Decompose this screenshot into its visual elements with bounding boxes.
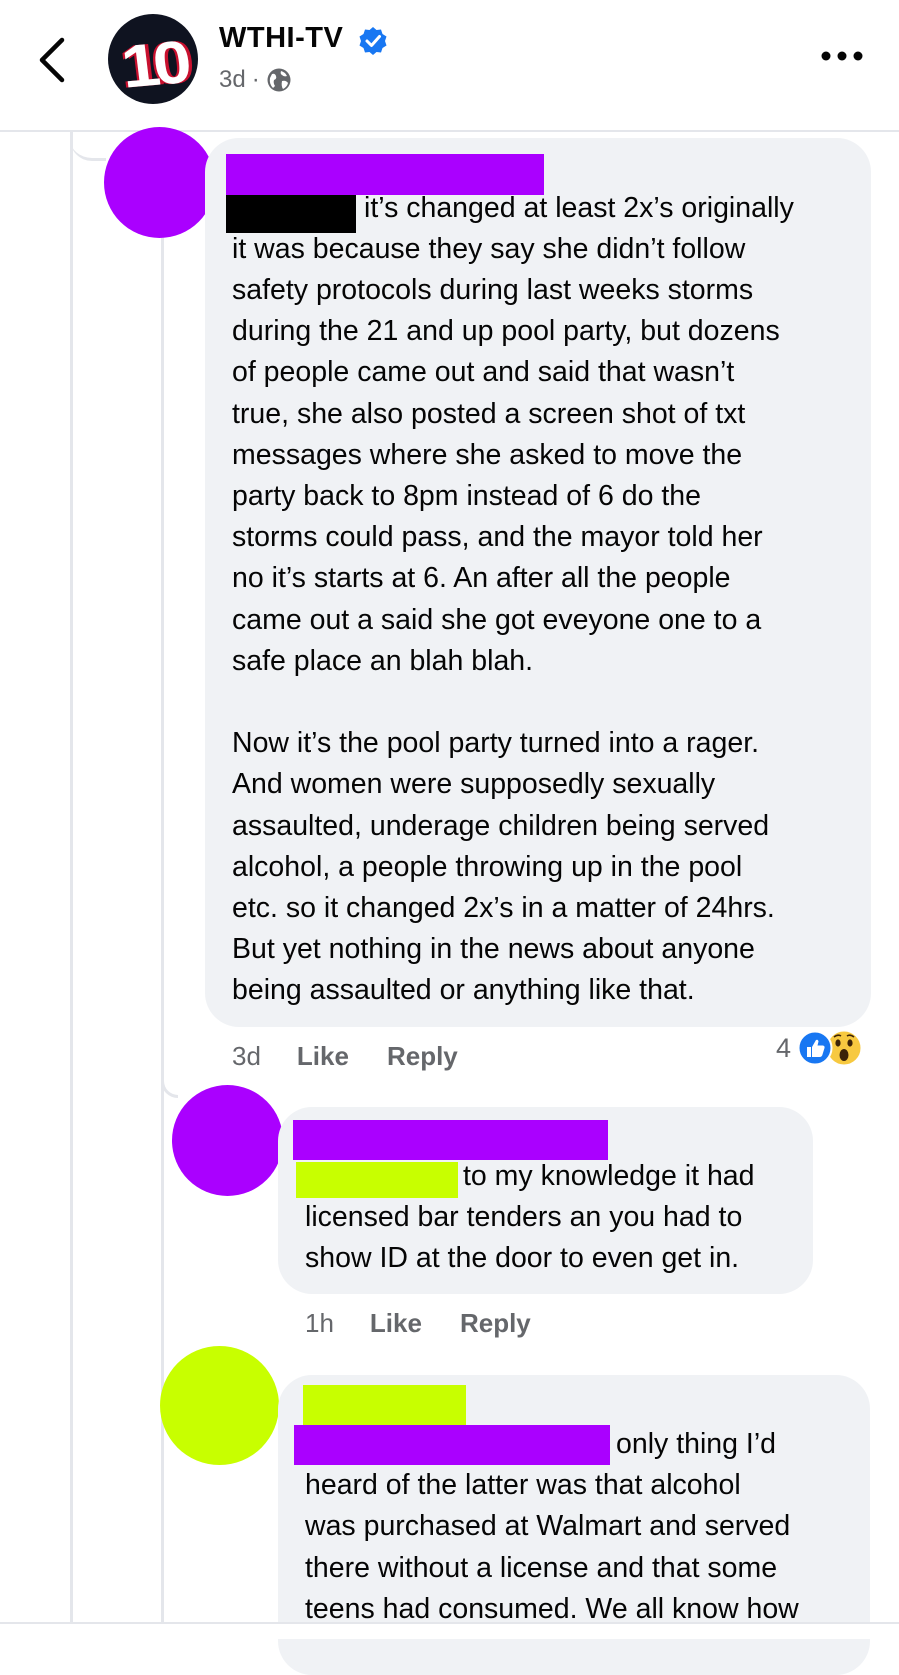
post-time: 3d <box>219 66 246 93</box>
post-header: 10 WTHI-TV 3d · <box>0 0 899 132</box>
comment-line: came out a said she got eveyone one to a <box>232 604 762 636</box>
comment-line: But yet nothing in the news about anyone <box>232 933 755 965</box>
like-reaction-icon <box>797 1030 833 1066</box>
redacted-name <box>303 1385 466 1425</box>
more-options-icon[interactable] <box>818 44 866 68</box>
commenter-avatar[interactable] <box>172 1085 283 1196</box>
back-arrow-icon[interactable] <box>30 34 74 86</box>
reply-button[interactable]: Reply <box>460 1308 531 1339</box>
reply-connector-1 <box>161 1040 178 1098</box>
page-avatar[interactable]: 10 <box>108 14 198 104</box>
comment-line: safe place an blah blah. <box>232 645 534 677</box>
redacted-mention <box>226 195 356 233</box>
comment-line: party back to 8pm instead of 6 do the <box>232 480 701 512</box>
comment-line: storms could pass, and the mayor told he… <box>232 521 763 553</box>
comment-line: during the 21 and up pool party, but doz… <box>232 315 780 347</box>
comment-time[interactable]: 1h <box>305 1308 334 1339</box>
post-meta: 3d · <box>219 66 292 94</box>
like-button[interactable]: Like <box>370 1308 422 1339</box>
comment-line: safety protocols during last weeks storm… <box>232 274 754 306</box>
meta-separator: · <box>251 66 260 93</box>
comment-time[interactable]: 3d <box>232 1041 261 1072</box>
comment-line: was purchased at Walmart and served <box>305 1510 791 1542</box>
comment-line: it was because they say she didn’t follo… <box>232 233 746 265</box>
comment-line: licensed bar tenders an you had to <box>305 1201 743 1233</box>
comment-actions: 1h Like Reply <box>305 1308 531 1339</box>
comment-line: Now it’s the pool party turned into a ra… <box>232 727 760 759</box>
reaction-count: 4 <box>776 1032 792 1063</box>
comment-line: alcohol, a people throwing up in the poo… <box>232 851 743 883</box>
verified-badge-icon <box>359 27 387 55</box>
redacted-name <box>293 1120 608 1160</box>
comment-actions: 3d Like Reply <box>232 1041 458 1072</box>
comment-line: to my knowledge it had <box>463 1160 755 1192</box>
comment-line: being assaulted or anything like that. <box>232 974 695 1006</box>
commenter-avatar[interactable] <box>160 1346 279 1465</box>
comment-line: true, she also posted a screen shot of t… <box>232 398 746 430</box>
comment-line: etc. so it changed 2x’s in a matter of 2… <box>232 892 775 924</box>
thread-line-outer <box>70 130 73 1637</box>
redacted-mention <box>296 1162 458 1198</box>
like-button[interactable]: Like <box>297 1041 349 1072</box>
comment-line: no it’s starts at 6. An after all the pe… <box>232 562 731 594</box>
reply-button[interactable]: Reply <box>387 1041 458 1072</box>
reaction-summary[interactable]: 4 <box>776 1029 863 1067</box>
comment-line: it’s changed at least 2x’s originally <box>364 192 794 224</box>
comment-line: And women were supposedly sexually <box>232 768 716 800</box>
thread-connector <box>70 130 106 161</box>
bottom-edge <box>0 1622 899 1639</box>
page-name[interactable]: WTHI-TV <box>219 22 343 55</box>
logo-text: 10 <box>117 28 189 101</box>
commenter-avatar[interactable] <box>104 127 215 238</box>
comment-line: messages where she asked to move the <box>232 439 743 471</box>
redacted-mention <box>294 1425 610 1465</box>
comment-line: show ID at the door to even get in. <box>305 1242 740 1274</box>
globe-icon <box>267 68 291 92</box>
comment-line: there without a license and that some <box>305 1552 778 1584</box>
comment-line: assaulted, underage children being serve… <box>232 810 770 842</box>
comment-line: only thing I’d <box>616 1428 777 1460</box>
comment-line: of people came out and said that wasn’t <box>232 356 735 388</box>
comment-line: heard of the latter was that alcohol <box>305 1469 741 1501</box>
